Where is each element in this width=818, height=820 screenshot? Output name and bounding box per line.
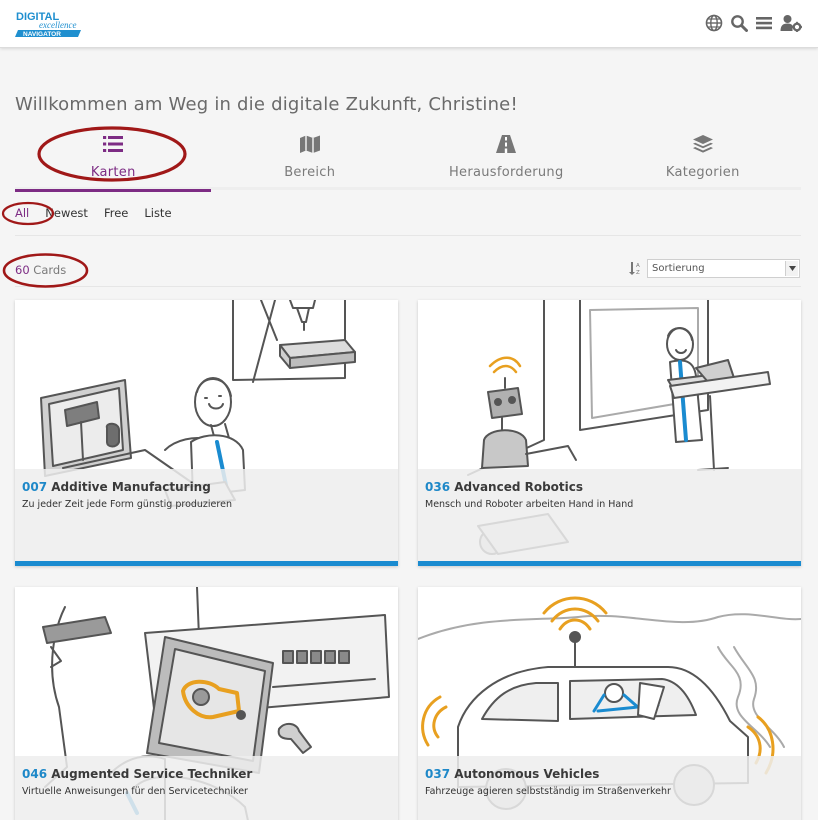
card-additive-manufacturing[interactable]: 007 Additive Manufacturing Zu jeder Zeit… (15, 300, 398, 566)
card-count: 60 Cards (15, 263, 66, 277)
sort-order-icon[interactable]: AZ (628, 261, 642, 275)
user-settings-icon[interactable] (780, 14, 802, 32)
card-title: 037 Autonomous Vehicles (425, 767, 599, 781)
card-code: 046 (22, 767, 48, 781)
svg-text:excellence: excellence (39, 20, 76, 30)
card-subtitle: Virtuelle Anweisungen für den Servicetec… (22, 786, 248, 797)
card-title: 036 Advanced Robotics (425, 480, 583, 494)
card-name: Additive Manufacturing (51, 480, 211, 494)
digital-excellence-navigator-logo[interactable]: DIGITAL excellence NAVIGATOR (15, 9, 85, 39)
top-bar: DIGITAL excellence NAVIGATOR (0, 0, 818, 48)
card-name: Autonomous Vehicles (454, 767, 600, 781)
svg-text:A: A (636, 263, 640, 269)
card-code: 036 (425, 480, 451, 494)
tab-kategorien-label: Kategorien (665, 165, 740, 180)
svg-text:NAVIGATOR: NAVIGATOR (23, 31, 61, 38)
welcome-heading: Willkommen am Weg in die digitale Zukunf… (15, 94, 518, 115)
card-code: 007 (22, 480, 48, 494)
card-code: 037 (425, 767, 451, 781)
card-count-label: Cards (33, 263, 67, 277)
tab-herausforderung-label: Herausforderung (448, 165, 564, 180)
filter-free[interactable]: Free (104, 206, 128, 224)
card-subtitle: Fahrzeuge agieren selbstständig im Straß… (425, 786, 671, 797)
layers-icon (692, 134, 714, 154)
list-icon (102, 134, 124, 154)
tab-bereich[interactable]: Bereich (212, 128, 409, 190)
filter-all[interactable]: All (15, 206, 29, 224)
card-count-number: 60 (15, 263, 30, 277)
tab-herausforderung[interactable]: Herausforderung (408, 128, 605, 190)
card-accent-bar (418, 561, 801, 566)
main-tabs: Karten Bereich Herausforderung Kategorie… (15, 128, 802, 192)
count-divider (15, 286, 801, 287)
tab-kategorien[interactable]: Kategorien (605, 128, 802, 190)
card-advanced-robotics[interactable]: 036 Advanced Robotics Mensch und Roboter… (418, 300, 801, 566)
filter-liste[interactable]: Liste (144, 206, 171, 224)
road-icon (495, 134, 517, 154)
card-title: 046 Augmented Service Techniker (22, 767, 252, 781)
chevron-down-icon (785, 261, 798, 276)
menu-icon[interactable] (755, 14, 773, 32)
map-icon (299, 134, 321, 154)
card-title: 007 Additive Manufacturing (22, 480, 211, 494)
filter-newest[interactable]: Newest (45, 206, 88, 224)
sort-select[interactable]: Sortierung (647, 259, 800, 278)
tab-karten[interactable]: Karten (15, 128, 212, 192)
svg-text:Z: Z (636, 270, 640, 275)
card-subtitle: Mensch und Roboter arbeiten Hand in Hand (425, 499, 634, 510)
card-subtitle: Zu jeder Zeit jede Form günstig produzie… (22, 499, 232, 510)
search-icon[interactable] (730, 14, 748, 32)
filters-divider (15, 235, 801, 236)
globe-icon[interactable] (705, 14, 723, 32)
card-augmented-service-techniker[interactable]: 046 Augmented Service Techniker Virtuell… (15, 587, 398, 820)
card-name: Advanced Robotics (454, 480, 584, 494)
card-accent-bar (15, 561, 398, 566)
sort-select-value: Sortierung (652, 263, 705, 274)
card-name: Augmented Service Techniker (51, 767, 253, 781)
tab-karten-label: Karten (90, 165, 136, 180)
filter-tabs: All Newest Free Liste (15, 206, 188, 224)
card-autonomous-vehicles[interactable]: 037 Autonomous Vehicles Fahrzeuge agiere… (418, 587, 801, 820)
tab-bereich-label: Bereich (284, 165, 336, 180)
